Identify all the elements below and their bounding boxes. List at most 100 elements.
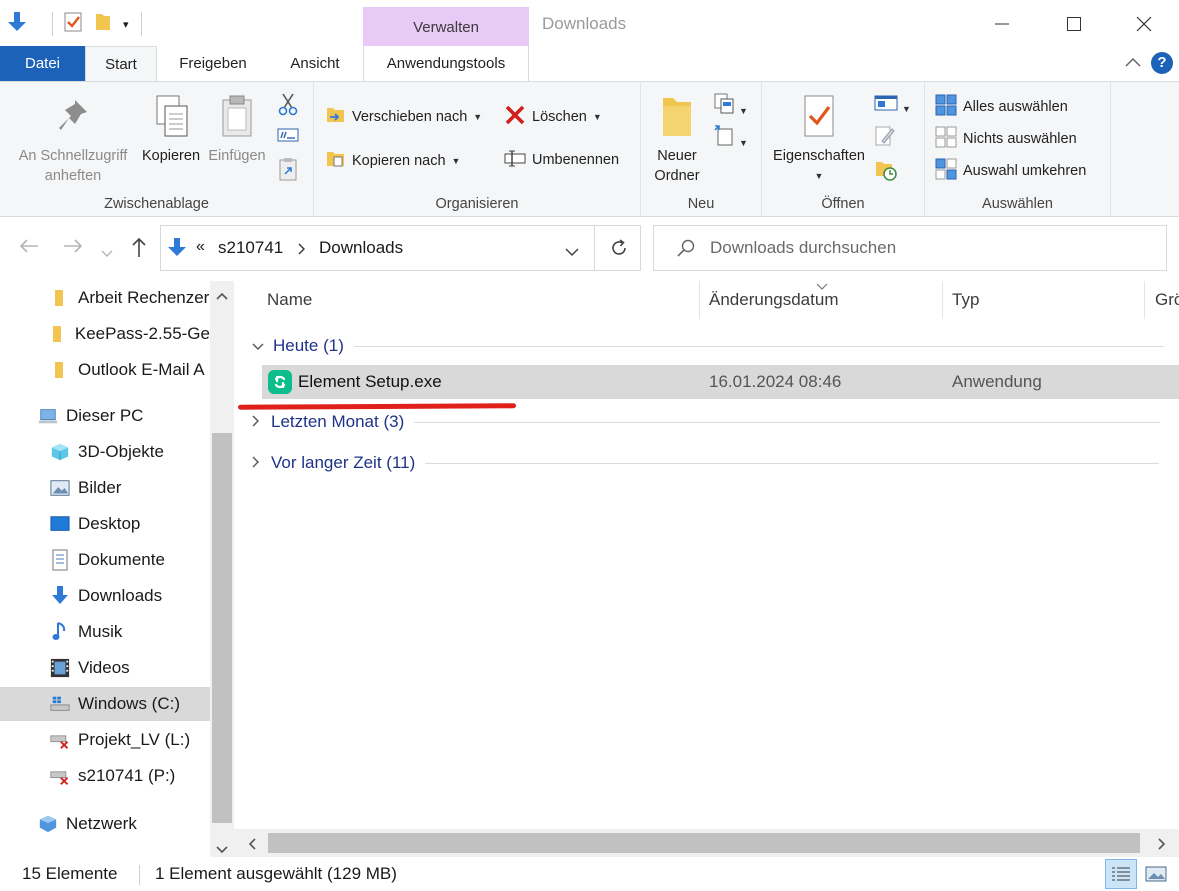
- breadcrumb-s210741[interactable]: s210741: [218, 238, 283, 258]
- nav-item-downloads[interactable]: Downloads: [0, 579, 210, 613]
- nav-item-arbeit-rechenzentrum[interactable]: Arbeit Rechenzer: [0, 281, 210, 315]
- properties-check-icon[interactable]: [63, 11, 83, 37]
- scrollbar-thumb[interactable]: [268, 833, 1140, 853]
- rename-button[interactable]: Umbenennen: [504, 148, 619, 172]
- nav-item-videos[interactable]: Videos: [0, 651, 210, 685]
- group-header-long-ago[interactable]: Vor langer Zeit (11): [252, 453, 1160, 473]
- new-group-label: Neu: [687, 196, 715, 212]
- details-view-button[interactable]: [1105, 859, 1137, 889]
- organize-group-label: Organisieren: [435, 196, 519, 212]
- tab-share[interactable]: Freigeben: [165, 46, 261, 81]
- nav-item-keepass[interactable]: KeePass-2.55-Ge: [0, 317, 210, 351]
- up-button[interactable]: [130, 236, 148, 264]
- large-icons-view-icon: [1145, 866, 1167, 882]
- chevron-down-icon: ▼: [451, 156, 461, 166]
- scrollbar-thumb[interactable]: [212, 433, 232, 823]
- help-icon[interactable]: ?: [1151, 52, 1173, 74]
- column-divider[interactable]: [942, 281, 943, 319]
- history-icon[interactable]: [874, 158, 898, 186]
- nav-item-music[interactable]: Musik: [0, 615, 210, 649]
- paste-button[interactable]: Einfügen: [204, 92, 270, 166]
- download-arrow-icon: [50, 586, 70, 606]
- tab-app-tools[interactable]: Anwendungstools: [363, 46, 529, 81]
- large-icons-view-button[interactable]: [1140, 859, 1172, 889]
- scroll-left-icon[interactable]: [248, 837, 256, 854]
- nav-item-3d-objects[interactable]: 3D-Objekte: [0, 435, 210, 469]
- minimize-button[interactable]: [982, 8, 1022, 40]
- move-to-button[interactable]: Verschieben nach ▼: [326, 104, 482, 130]
- film-icon: [50, 658, 70, 678]
- customize-toolbar-icon[interactable]: ▾: [123, 18, 129, 31]
- pin-quick-access-button[interactable]: An Schnellzugriff anheften: [6, 96, 140, 186]
- rename-icon: [504, 148, 526, 172]
- table-row[interactable]: Element Setup.exe 16.01.2024 08:46 Anwen…: [262, 365, 1179, 399]
- group-header-last-month[interactable]: Letzten Monat (3): [252, 412, 1161, 432]
- breadcrumb-separator-icon: [298, 240, 306, 260]
- tab-view[interactable]: Ansicht: [275, 46, 355, 81]
- open-group: Eigenschaften ▼ ▼ Öffnen: [762, 82, 925, 216]
- recent-locations-button[interactable]: [101, 241, 113, 264]
- nav-item-pictures[interactable]: Bilder: [0, 471, 210, 505]
- properties-button[interactable]: Eigenschaften ▼: [766, 92, 872, 186]
- nav-item-outlook-email[interactable]: Outlook E-Mail A: [0, 353, 210, 387]
- column-divider[interactable]: [1144, 281, 1145, 319]
- group-header-today[interactable]: Heute (1): [252, 336, 1164, 356]
- nav-item-projekt-lv[interactable]: Projekt_LV (L:): [0, 723, 210, 757]
- cut-icon[interactable]: [277, 92, 299, 120]
- ribbon-tab-bar: Datei Start Freigeben Ansicht Anwendungs…: [0, 46, 1179, 82]
- column-header-type[interactable]: Typ: [952, 290, 979, 310]
- pictures-icon: [50, 478, 70, 498]
- navigation-pane-scrollbar[interactable]: [210, 281, 234, 857]
- nav-item-windows-c[interactable]: Windows (C:): [0, 687, 210, 721]
- scroll-up-icon[interactable]: [216, 287, 228, 304]
- nav-item-desktop[interactable]: Desktop: [0, 507, 210, 541]
- paste-shortcut-icon[interactable]: [277, 156, 299, 186]
- maximize-button[interactable]: [1054, 8, 1094, 40]
- group-divider: [353, 345, 1164, 347]
- download-arrow-icon[interactable]: [6, 10, 28, 38]
- search-input[interactable]: [710, 236, 1150, 260]
- easy-access-button[interactable]: ▼: [713, 124, 748, 150]
- scroll-down-icon[interactable]: [216, 841, 228, 858]
- forward-button[interactable]: [62, 237, 84, 261]
- column-header-date[interactable]: Änderungsdatum: [709, 290, 838, 310]
- collapse-ribbon-icon[interactable]: [1125, 54, 1141, 72]
- details-view-icon: [1112, 867, 1130, 881]
- new-folder-button[interactable]: Neuer Ordner: [647, 92, 707, 186]
- open-with-button[interactable]: ▼: [874, 94, 911, 116]
- tab-file[interactable]: Datei: [0, 46, 85, 81]
- breadcrumb-downloads[interactable]: Downloads: [319, 238, 403, 258]
- select-none-icon: [935, 126, 957, 152]
- invert-selection-button[interactable]: Auswahl umkehren: [935, 158, 1086, 184]
- copy-button[interactable]: Kopieren: [136, 92, 206, 166]
- address-bar[interactable]: « s210741 Downloads: [160, 225, 641, 271]
- close-button[interactable]: [1124, 8, 1164, 40]
- properties-icon: [766, 92, 872, 146]
- copy-to-button[interactable]: Kopieren nach ▼: [326, 148, 460, 174]
- column-divider[interactable]: [699, 281, 700, 319]
- address-dropdown-icon[interactable]: [565, 244, 579, 261]
- new-item-button[interactable]: ▼: [713, 92, 748, 118]
- desktop-icon: [50, 514, 70, 534]
- column-header-name[interactable]: Name: [267, 290, 312, 310]
- move-folder-icon: [326, 104, 346, 130]
- edit-icon[interactable]: [874, 124, 896, 152]
- horizontal-scrollbar[interactable]: [234, 829, 1179, 857]
- nav-item-network[interactable]: Netzwerk: [0, 807, 210, 841]
- nav-item-documents[interactable]: Dokumente: [0, 543, 210, 577]
- copy-path-icon[interactable]: [277, 126, 299, 148]
- refresh-icon[interactable]: [609, 238, 629, 262]
- breadcrumb-overflow[interactable]: «: [196, 238, 205, 256]
- nav-item-s210741-p[interactable]: s210741 (P:): [0, 759, 210, 793]
- nav-item-this-pc[interactable]: Dieser PC: [0, 399, 210, 433]
- delete-button[interactable]: Löschen ▼: [504, 104, 602, 130]
- chevron-down-icon: ▼: [814, 171, 824, 181]
- back-button[interactable]: [18, 237, 40, 261]
- column-header-size[interactable]: Grö: [1155, 290, 1179, 310]
- ribbon-controls: ?: [1125, 52, 1173, 74]
- select-all-button[interactable]: Alles auswählen: [935, 94, 1068, 120]
- select-none-button[interactable]: Nichts auswählen: [935, 126, 1077, 152]
- scroll-right-icon[interactable]: [1158, 837, 1166, 854]
- tab-start[interactable]: Start: [85, 46, 157, 82]
- new-folder-icon[interactable]: [93, 11, 113, 37]
